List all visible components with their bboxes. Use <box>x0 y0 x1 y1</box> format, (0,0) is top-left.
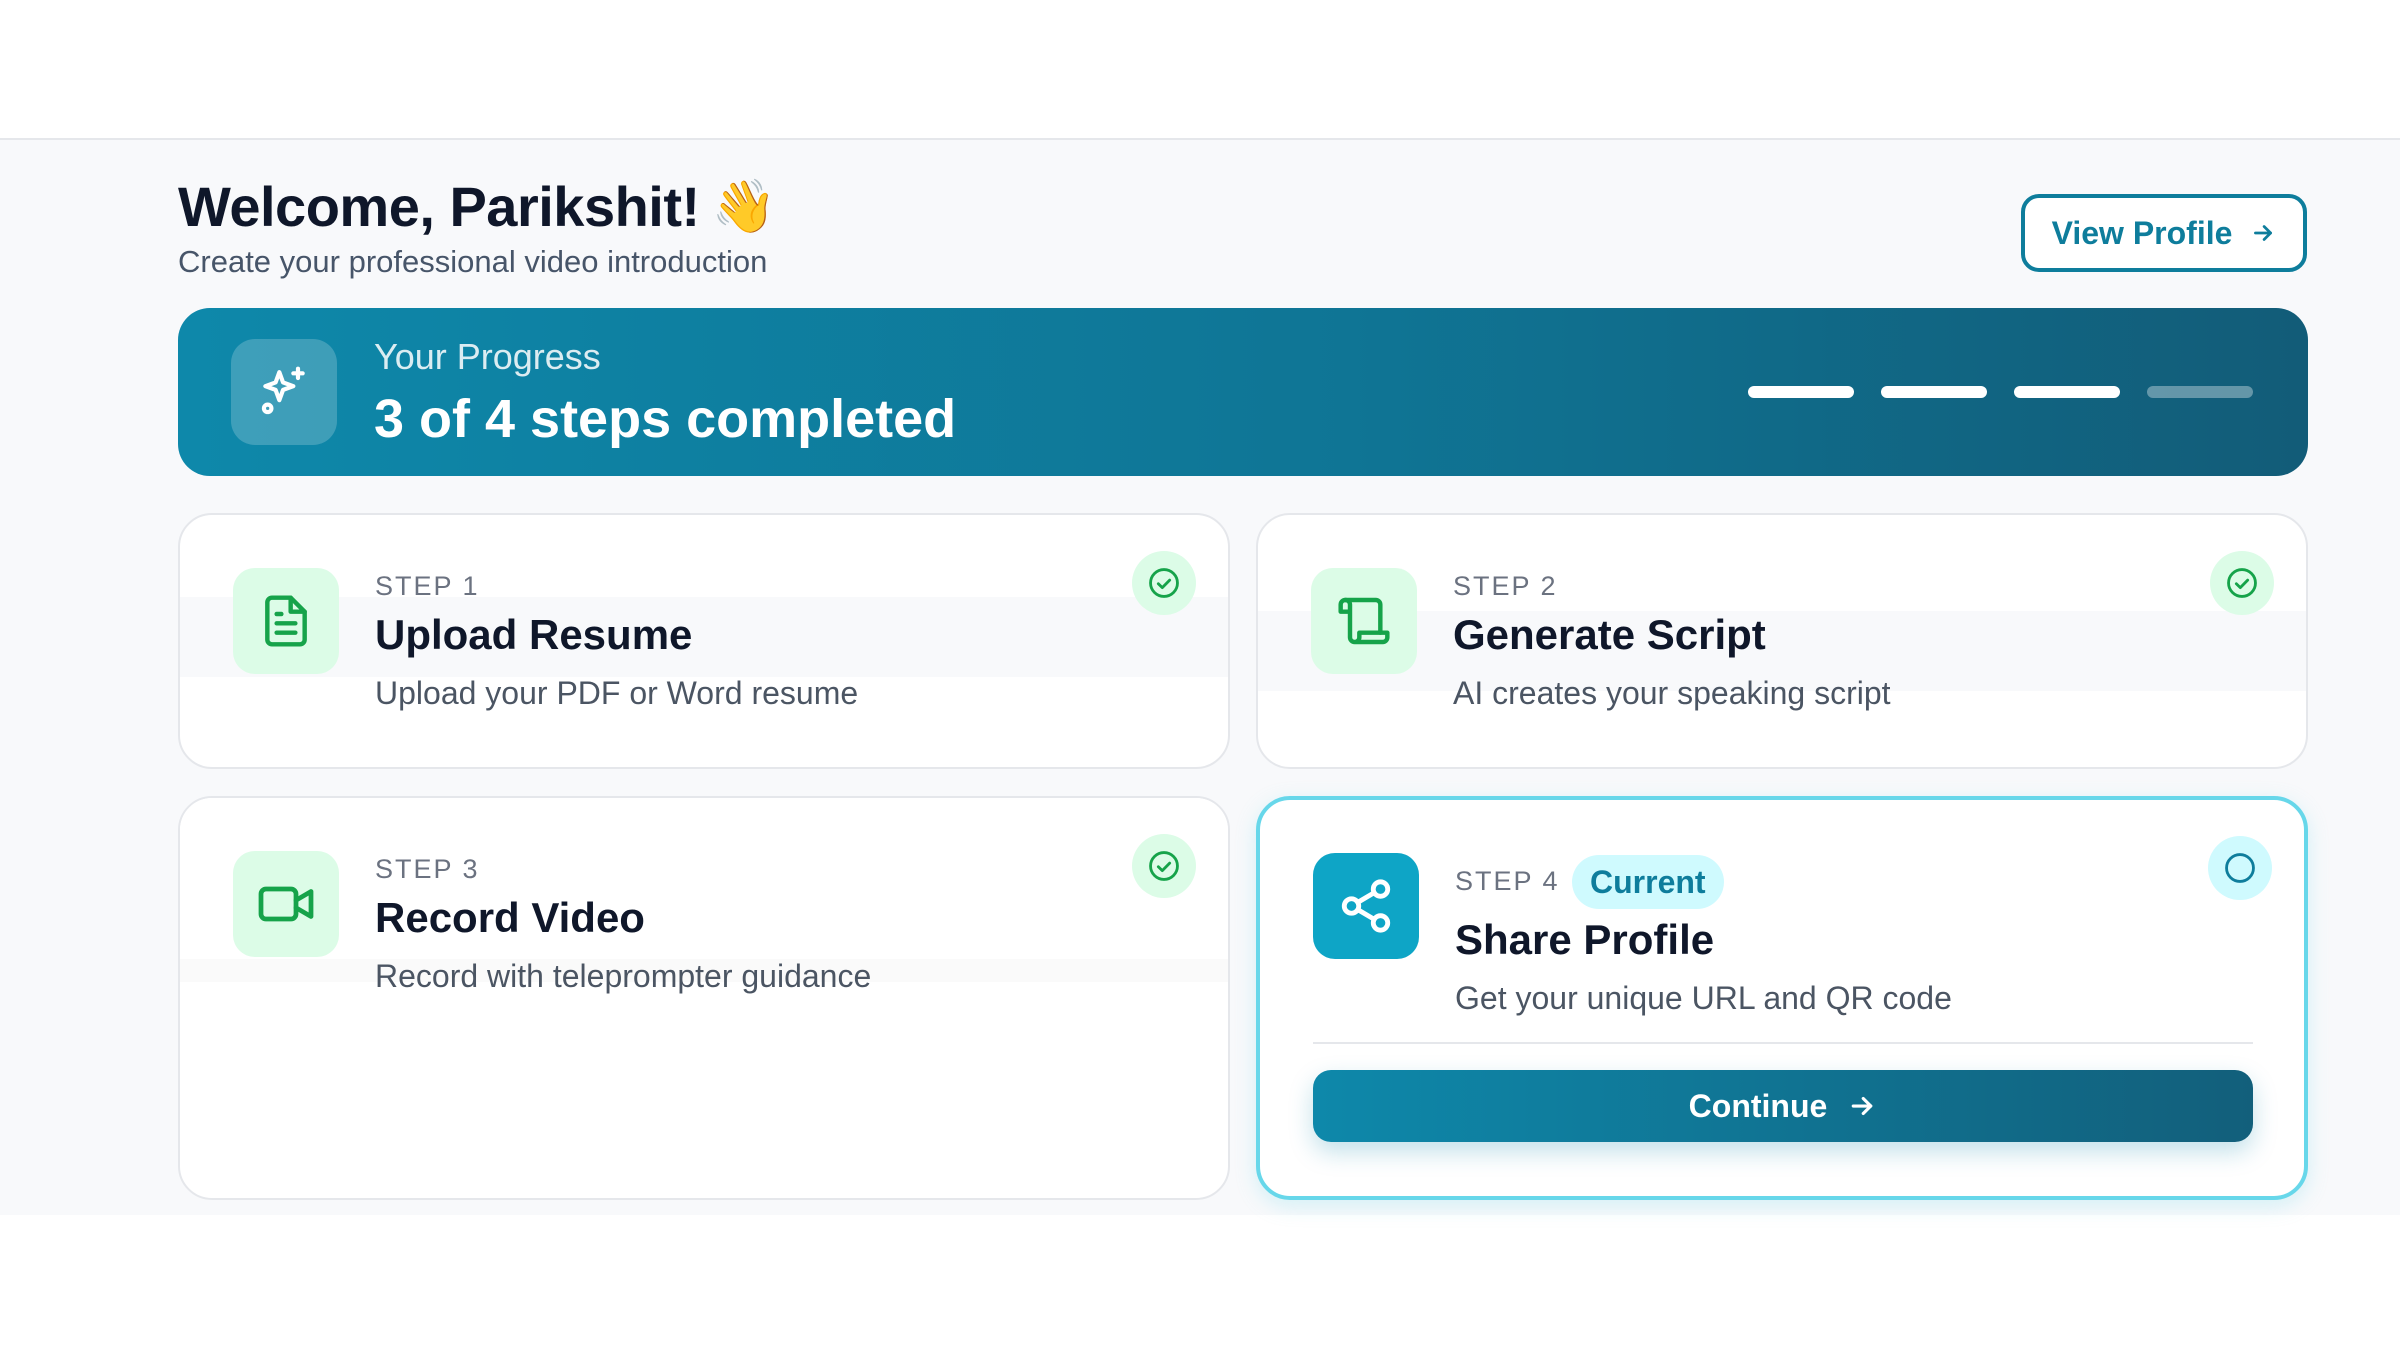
step-label: STEP 3 <box>375 854 480 884</box>
step-card-generate-script[interactable]: STEP 2 Generate Script AI creates your s… <box>1256 513 2308 769</box>
pending-circle-icon <box>2208 836 2272 900</box>
scroll-icon <box>1338 597 1390 645</box>
step-icon-box <box>233 851 339 957</box>
continue-label: Continue <box>1688 1087 1828 1124</box>
progress-segment <box>2014 386 2120 398</box>
step-icon-box <box>233 568 339 674</box>
card-divider <box>1313 1042 2253 1044</box>
step-label: STEP 4 <box>1455 866 1560 896</box>
completed-check-icon <box>1132 834 1196 898</box>
progress-banner: Your Progress 3 of 4 steps completed <box>178 308 2308 476</box>
progress-segment <box>1748 386 1854 398</box>
main-content: Welcome, Parikshit! 👋 Create your profes… <box>0 140 2400 1215</box>
top-bar <box>0 0 2400 140</box>
current-badge: Current <box>1572 855 1724 909</box>
completed-check-icon <box>2210 551 2274 615</box>
step-description: Get your unique URL and QR code <box>1455 980 1952 1016</box>
step-title: Record Video <box>375 894 645 941</box>
progress-segment <box>1881 386 1987 398</box>
video-icon <box>258 886 314 922</box>
step-title: Upload Resume <box>375 611 693 658</box>
continue-button[interactable]: Continue <box>1313 1070 2253 1142</box>
view-profile-button[interactable]: View Profile <box>2021 194 2307 272</box>
progress-steps-indicator <box>1748 386 2253 398</box>
progress-segment <box>2147 386 2253 398</box>
page-subtitle: Create your professional video introduct… <box>178 243 768 279</box>
step-description: Record with teleprompter guidance <box>375 958 872 994</box>
step-title: Share Profile <box>1455 916 1715 963</box>
progress-value: 3 of 4 steps completed <box>374 389 957 449</box>
share-icon <box>1341 879 1391 933</box>
step-title: Generate Script <box>1453 611 1766 658</box>
progress-label: Your Progress <box>374 336 601 377</box>
page-title: Welcome, Parikshit! <box>178 175 700 238</box>
view-profile-label: View Profile <box>2051 214 2233 251</box>
step-card-upload-resume[interactable]: STEP 1 Upload Resume Upload your PDF or … <box>178 513 1230 769</box>
step-card-record-video[interactable]: STEP 3 Record Video Record with teleprom… <box>178 796 1230 1200</box>
step-label: STEP 1 <box>375 571 480 601</box>
step-card-share-profile[interactable]: STEP 4 Current Share Profile Get your un… <box>1256 796 2308 1200</box>
arrow-right-icon <box>2254 225 2273 241</box>
progress-icon-box <box>231 339 337 445</box>
welcome-header: Welcome, Parikshit! 👋 Create your profes… <box>178 176 2308 286</box>
file-text-icon <box>265 595 307 647</box>
completed-check-icon <box>1132 551 1196 615</box>
step-description: Upload your PDF or Word resume <box>375 675 859 711</box>
step-label: STEP 2 <box>1453 571 1558 601</box>
waving-hand-icon: 👋 <box>711 176 777 237</box>
step-description: AI creates your speaking script <box>1453 675 1891 711</box>
arrow-right-icon <box>1852 1096 1873 1116</box>
step-icon-box <box>1311 568 1417 674</box>
sparkles-icon <box>261 366 305 415</box>
step-icon-box <box>1313 853 1419 959</box>
